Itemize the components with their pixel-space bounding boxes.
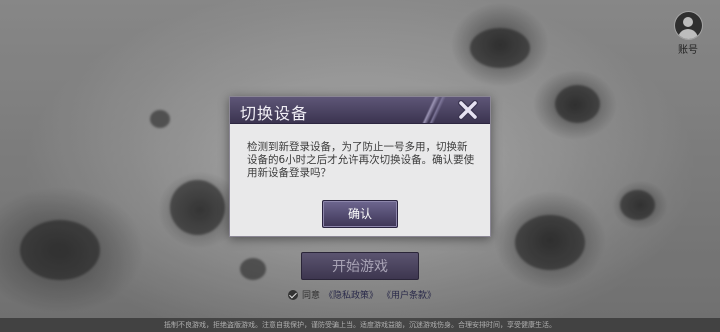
health-notice-footer: 抵制不良游戏，拒绝盗版游戏。注意自我保护，谨防受骗上当。适度游戏益脑，沉迷游戏伤…: [0, 318, 720, 332]
start-game-button[interactable]: 开始游戏: [301, 252, 419, 280]
close-x-icon: [458, 100, 478, 120]
agreement-row: 同意 《隐私政策》 《用户条款》: [288, 288, 436, 301]
switch-device-dialog: 切换设备 检测到新登录设备，为了防止一号多用，切换新设备的6小时之后才允许再次切…: [229, 96, 491, 237]
dialog-title: 切换设备: [240, 104, 309, 123]
agree-prefix: 同意: [302, 291, 321, 301]
account-label: 账号: [678, 45, 698, 56]
confirm-button[interactable]: 确认: [322, 200, 398, 228]
privacy-policy-link[interactable]: 《隐私政策》: [324, 288, 378, 301]
account-button[interactable]: 账号: [670, 12, 706, 56]
close-button[interactable]: [448, 96, 488, 124]
dialog-header: 切换设备: [230, 97, 490, 124]
user-avatar-icon: [674, 12, 702, 39]
checkmark-icon[interactable]: [288, 289, 298, 300]
dialog-message: 检测到新登录设备，为了防止一号多用，切换新设备的6小时之后才允许再次切换设备。确…: [247, 141, 475, 179]
user-terms-link[interactable]: 《用户条款》: [382, 288, 436, 301]
